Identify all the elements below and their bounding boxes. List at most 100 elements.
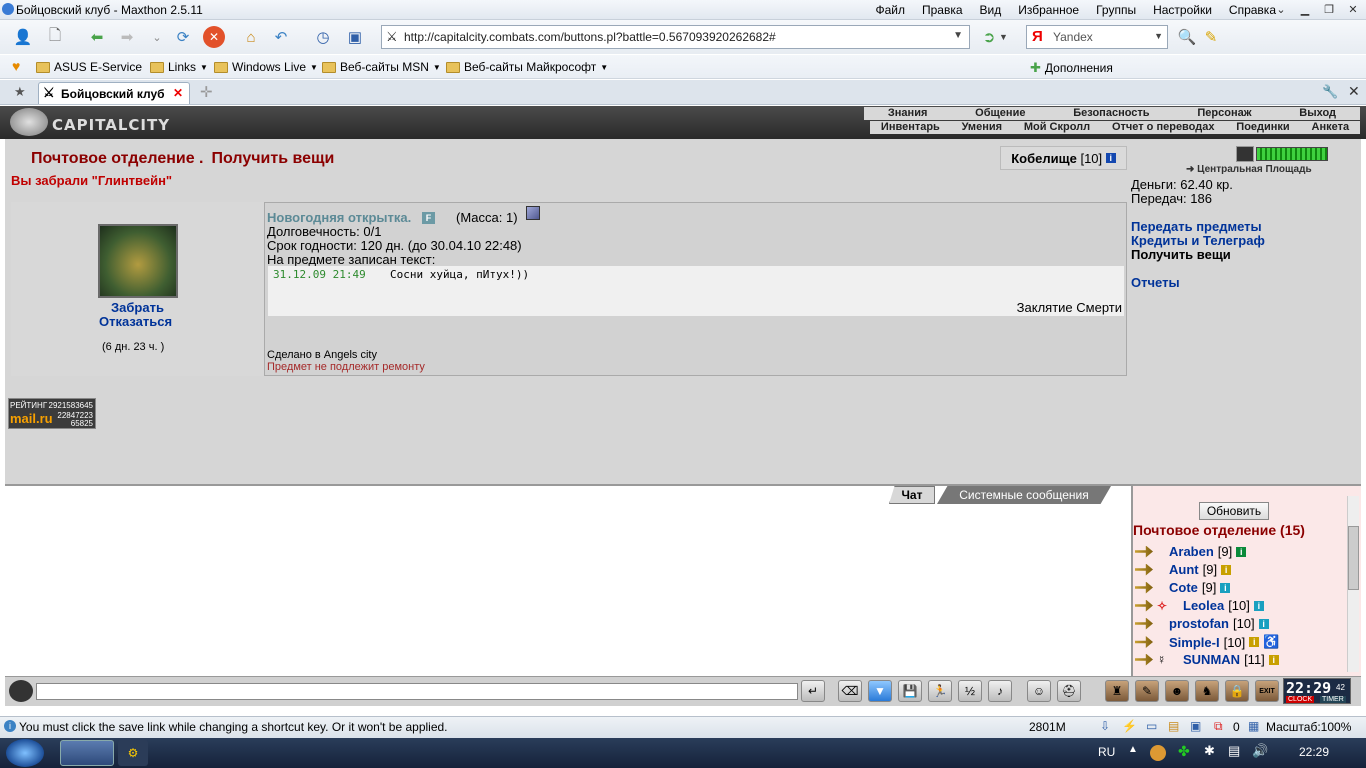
app-taskbar-button[interactable]: ⚙ — [118, 740, 148, 766]
menu-inventory[interactable]: Инвентарь — [881, 121, 940, 134]
list-item[interactable]: ☿ SUNMAN [11] i — [1135, 652, 1279, 667]
menu-settings[interactable]: Настройки — [1153, 3, 1212, 17]
minimize-button[interactable]: ▁ — [1294, 1, 1316, 17]
close-window-button[interactable]: ✕ — [1342, 1, 1364, 17]
tab-system-messages[interactable]: Системные сообщения — [937, 486, 1111, 504]
mailru-counter[interactable]: РЕЙТИНГ 2921583645 mail.ru 22847223 6582… — [8, 398, 96, 429]
tray-arrow-icon[interactable]: ▲ — [1128, 744, 1138, 755]
chat-area[interactable]: Чат Системные сообщения — [5, 484, 1131, 676]
search-icon[interactable]: 🔍 — [1176, 26, 1198, 48]
window-icon[interactable]: ▭ — [1146, 719, 1157, 733]
close-tab-all-icon[interactable]: ✕ — [1348, 83, 1360, 100]
private-message-icon[interactable] — [1135, 599, 1153, 612]
tools-icon[interactable]: 🔧 — [1322, 84, 1338, 100]
go-icon[interactable]: ➲ — [978, 26, 1000, 48]
back-icon[interactable]: ⬅ — [86, 26, 108, 48]
clock-history-icon[interactable]: ◷ — [312, 26, 334, 48]
star-icon[interactable]: ★ — [14, 84, 26, 100]
menu-skills[interactable]: Умения — [962, 121, 1002, 134]
save-icon[interactable]: 💾 — [898, 680, 922, 702]
clover-icon[interactable]: ✤ — [1178, 743, 1190, 760]
bag-icon[interactable]: ♜ — [1105, 680, 1129, 702]
menu-favorites[interactable]: Избранное — [1018, 3, 1079, 17]
credits-telegraph-link[interactable]: Кредиты и Телеграф — [1131, 233, 1265, 248]
search-dropdown-icon[interactable]: ▼ — [1154, 31, 1163, 41]
users-scrollbar[interactable] — [1347, 496, 1359, 672]
private-message-icon[interactable] — [1135, 545, 1153, 558]
refuse-link[interactable]: Отказаться — [99, 314, 172, 329]
info-icon[interactable]: i — [1258, 618, 1269, 629]
restore-button[interactable]: ❐ — [1318, 1, 1340, 17]
bluetooth-icon[interactable]: ✱ — [1204, 743, 1215, 759]
list-item[interactable]: ✧ Leolea [10] i — [1135, 598, 1264, 613]
download-icon[interactable]: ⇩ — [1100, 719, 1110, 733]
fighter-icon[interactable]: 🏃 — [928, 680, 952, 702]
character-badge[interactable]: Кобелище [10] i — [1000, 146, 1127, 170]
network-icon[interactable]: ▤ — [1228, 743, 1240, 759]
favorites-heart-icon[interactable]: ♥ — [12, 58, 20, 74]
smiley-icon[interactable]: ☺ — [1027, 680, 1051, 702]
fav-asus[interactable]: ASUS E-Service — [36, 60, 142, 74]
private-message-icon[interactable] — [1135, 636, 1153, 648]
speaker-icon[interactable] — [9, 680, 33, 702]
private-message-icon[interactable] — [1135, 563, 1153, 576]
menu-file[interactable]: Файл — [875, 3, 905, 17]
zoom-icon[interactable]: ▦ — [1248, 719, 1259, 733]
info-icon[interactable]: i — [1221, 564, 1232, 575]
send-icon[interactable]: ↵ — [801, 680, 825, 702]
dropdown-icon[interactable]: ⌄ — [1270, 1, 1292, 17]
stop-icon[interactable]: ✕ — [203, 26, 225, 48]
menu-exit[interactable]: Выход — [1299, 107, 1336, 120]
music-icon[interactable]: ♪ — [988, 680, 1012, 702]
knight-icon[interactable]: ♞ — [1195, 680, 1219, 702]
reports-link[interactable]: Отчеты — [1131, 275, 1180, 290]
menu-fights[interactable]: Поединки — [1236, 121, 1289, 134]
lock-icon[interactable]: 🔒 — [1225, 680, 1249, 702]
undo-icon[interactable]: ↶ — [270, 26, 292, 48]
info-icon[interactable]: i — [1249, 637, 1260, 647]
volume-icon[interactable]: 🔊 — [1252, 743, 1268, 759]
info-icon[interactable]: i — [1220, 582, 1231, 593]
go-dropdown-icon[interactable]: ▼ — [999, 32, 1008, 42]
highlight-icon[interactable]: ✎ — [1200, 26, 1222, 48]
user-icon[interactable]: 👤 — [12, 26, 34, 48]
search-box[interactable]: Я Yandex ▼ — [1026, 25, 1168, 49]
menu-my-scroll[interactable]: Мой Скролл — [1024, 121, 1090, 134]
one-half-icon[interactable]: ½ — [958, 680, 982, 702]
scroll-icon[interactable]: ✎ — [1135, 680, 1159, 702]
language-indicator[interactable]: RU — [1098, 745, 1115, 759]
close-tab-icon[interactable]: ✕ — [173, 86, 183, 100]
menu-security[interactable]: Безопасность — [1073, 107, 1149, 120]
fav-links[interactable]: Links ▼ — [150, 60, 208, 74]
location[interactable]: ➜ Центральная Площадь — [1186, 164, 1312, 175]
menu-communication[interactable]: Общение — [975, 107, 1025, 120]
tab-chat[interactable]: Чат — [889, 486, 935, 504]
menu-knowledge[interactable]: Знания — [888, 107, 927, 120]
new-tab-icon[interactable]: 🗋 — [44, 26, 66, 48]
refresh-button[interactable]: Обновить — [1199, 502, 1269, 520]
private-message-icon[interactable] — [1135, 653, 1153, 666]
mask-icon[interactable]: ☻ — [1165, 680, 1189, 702]
list-item[interactable]: Araben [9] i — [1135, 544, 1247, 559]
list-item[interactable]: Aunt [9] i — [1135, 562, 1232, 577]
helmet-icon[interactable]: ⛑ — [1057, 680, 1081, 702]
tab-fight-club[interactable]: ⚔ Бойцовский клуб ✕ — [38, 82, 190, 104]
history-dropdown-icon[interactable]: ⌄ — [146, 26, 168, 48]
fav-msn[interactable]: Веб-сайты MSN ▼ — [322, 60, 441, 74]
menu-help[interactable]: Справка — [1229, 3, 1276, 17]
refresh-icon[interactable]: ⟳ — [172, 26, 194, 48]
list-item[interactable]: Simple-I [10] i ♿ — [1135, 634, 1279, 650]
popup-block-icon[interactable]: ⧉ — [1214, 719, 1223, 734]
screen-icon[interactable]: ▣ — [344, 26, 366, 48]
forward-icon[interactable]: ➡ — [116, 26, 138, 48]
zoom-level[interactable]: Масштаб:100% — [1266, 720, 1351, 734]
home-icon[interactable]: ⌂ — [240, 26, 262, 48]
menu-profile[interactable]: Анкета — [1312, 121, 1350, 134]
maxthon-taskbar-button[interactable] — [60, 740, 114, 766]
get-items-link[interactable]: Получить вещи — [1131, 247, 1231, 262]
info-icon[interactable]: i — [1253, 600, 1264, 611]
address-dropdown-icon[interactable]: ▼ — [953, 30, 963, 41]
address-bar[interactable]: ⚔ http://capitalcity.combats.com/buttons… — [381, 25, 970, 49]
addons-button[interactable]: ✚ Дополнения — [1030, 60, 1113, 76]
tray-app-icon[interactable] — [1150, 745, 1166, 761]
